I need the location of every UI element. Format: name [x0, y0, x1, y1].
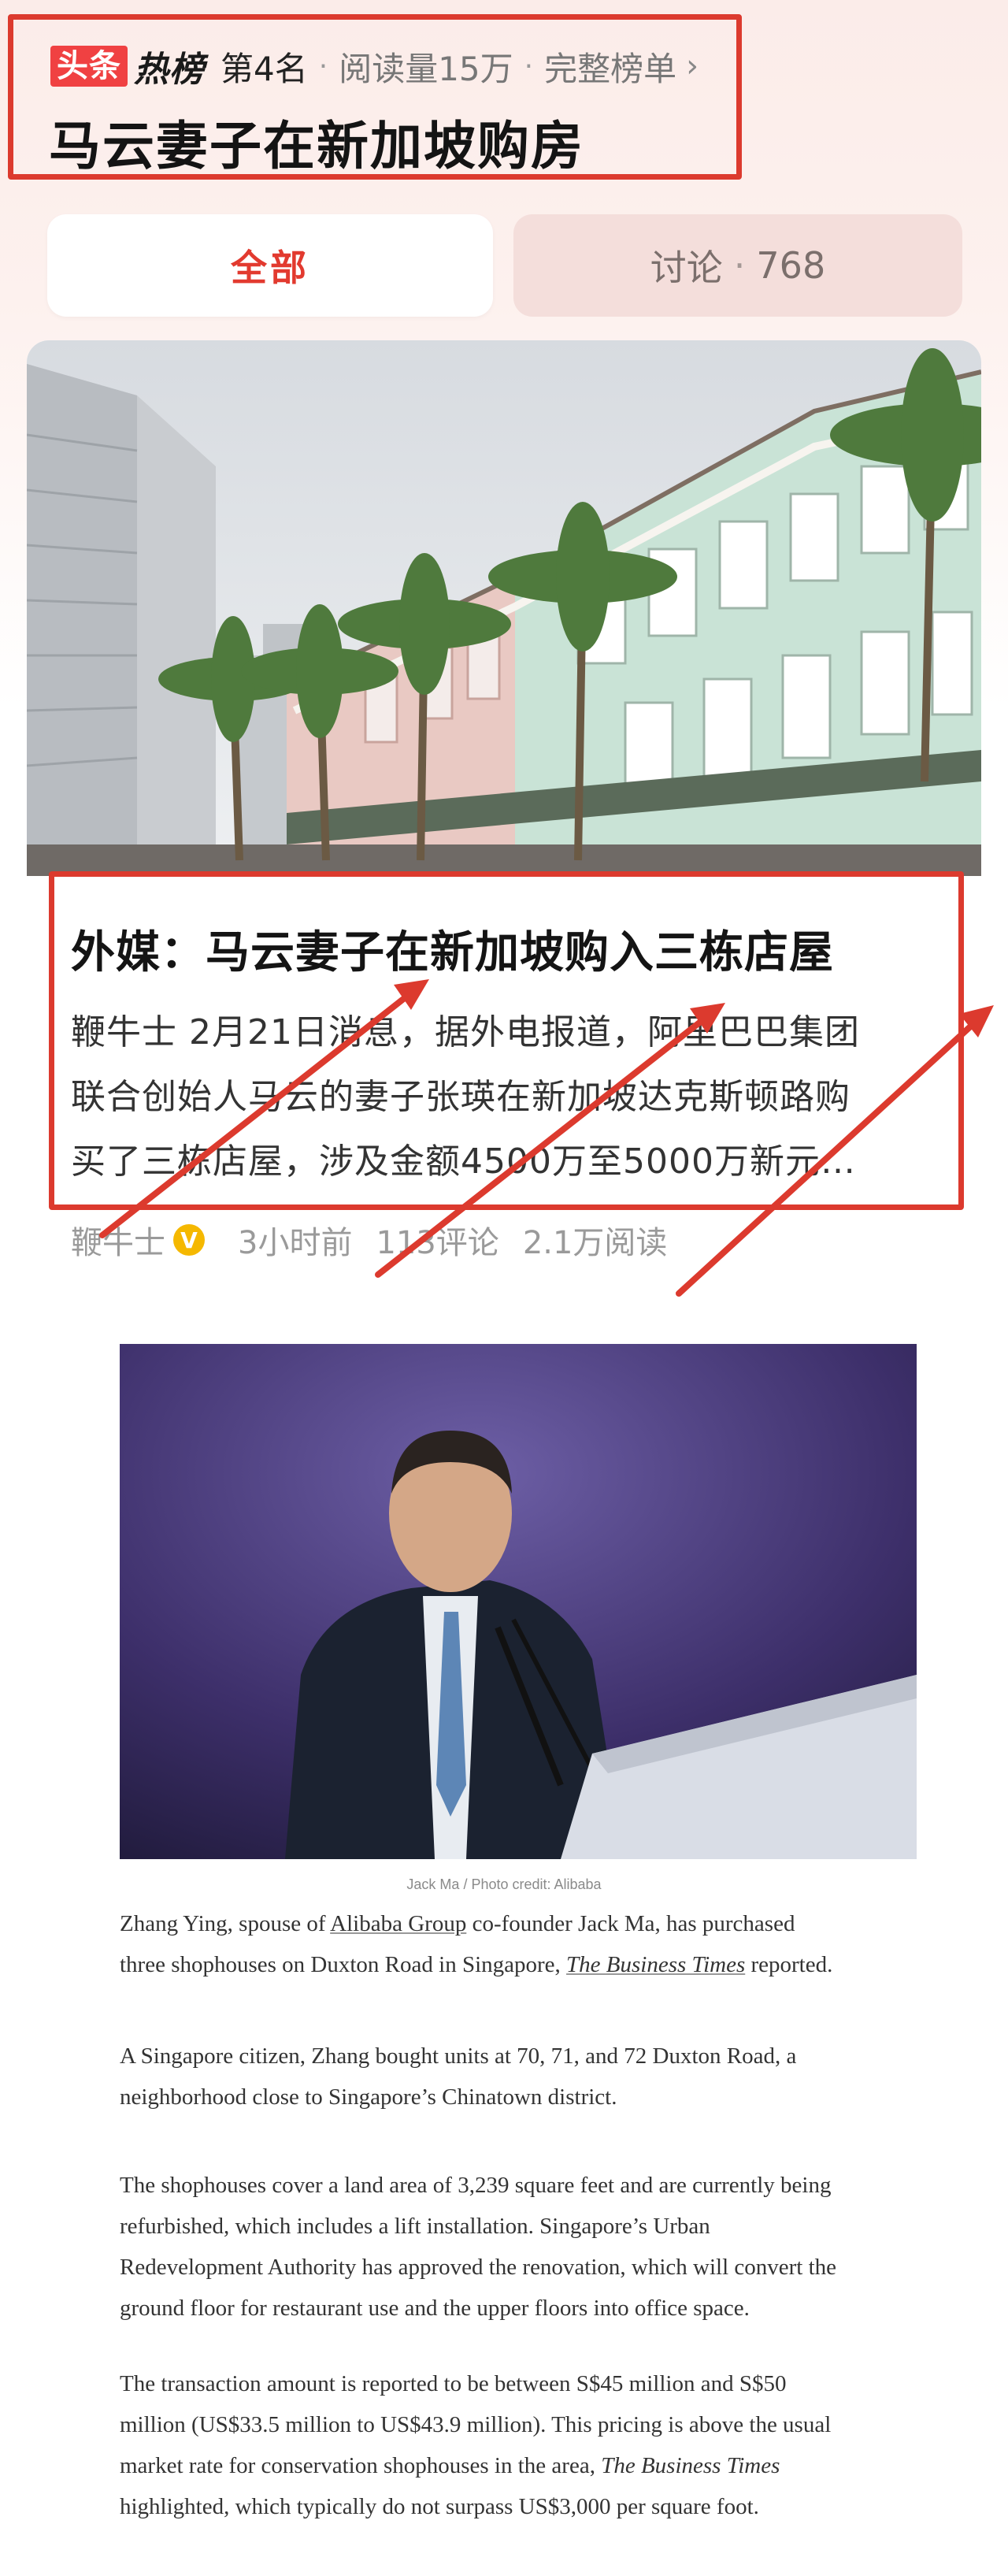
paragraph-line: Redevelopment Authority has approved the… — [120, 2255, 837, 2280]
paragraph-line: market rate for conservation shophouses … — [120, 2445, 915, 2486]
photo-caption: Jack Ma / Photo credit: Alibaba — [406, 1876, 602, 1892]
article-meta: 鞭牛士 V 3小时前 113评论 2.1万阅读 — [71, 1216, 667, 1264]
topic-title: 马云妻子在新加坡购房 — [49, 116, 584, 176]
tab-all[interactable]: 全部 — [47, 214, 493, 317]
hot-list-header: 头条 热榜 第4名 · 阅读量15万 · 完整榜单 › 马云妻子在新加坡购房 — [19, 25, 751, 176]
paragraph-1: Zhang Ying, spouse of Alibaba Group co-f… — [120, 1903, 915, 1985]
meta-separator: · — [318, 50, 328, 83]
summary-line: 买了三栋店屋，涉及金额4500万至5000万新元… — [71, 1141, 856, 1182]
paragraph-line: The transaction amount is reported to be… — [120, 2371, 787, 2396]
business-times-mention: The Business Times — [601, 2453, 780, 2478]
summary-line: 联合创始人马云的妻子张瑛在新加坡达克斯顿路购 — [71, 1077, 850, 1117]
tab-discussion[interactable]: 讨论 · 768 — [513, 214, 962, 317]
text-run: Zhang Ying, spouse of — [120, 1911, 331, 1936]
full-list-link[interactable]: 完整榜单 — [544, 43, 676, 91]
summary-line: 鞭牛士 2月21日消息，据外电报道，阿里巴巴集团 — [71, 1012, 860, 1052]
jack-ma-photo — [120, 1344, 917, 1859]
publish-time: 3小时前 — [238, 1225, 353, 1261]
paragraph-line: Zhang Ying, spouse of Alibaba Group co-f… — [120, 1903, 915, 1944]
author-name[interactable]: 鞭牛士 — [71, 1217, 165, 1263]
article-title[interactable]: 外媒：马云妻子在新加坡购入三栋店屋 — [71, 917, 834, 981]
read-count-article: 2.1万阅读 — [522, 1225, 668, 1261]
paragraph-line: A Singapore citizen, Zhang bought units … — [120, 2043, 797, 2069]
paragraph-line: highlighted, which typically do not surp… — [120, 2494, 759, 2519]
text-run: reported. — [745, 1952, 833, 1977]
paragraph-line: million (US$33.5 million to US$43.9 mill… — [120, 2412, 832, 2437]
paragraph-line: three shophouses on Duxton Road in Singa… — [120, 1944, 915, 1985]
english-article: Jack Ma / Photo credit: Alibaba Zhang Yi… — [0, 1298, 1008, 2576]
text-run: co-founder Jack Ma, has purchased — [466, 1911, 795, 1936]
paragraph-line: ground floor for restaurant use and the … — [120, 2296, 750, 2321]
text-run: three shophouses on Duxton Road in Singa… — [120, 1952, 567, 1977]
article-summary[interactable]: 鞭牛士 2月21日消息，据外电报道，阿里巴巴集团 联合创始人马云的妻子张瑛在新加… — [71, 1000, 953, 1194]
hero-image-shophouses — [27, 340, 981, 876]
paragraph-2: A Singapore citizen, Zhang bought units … — [120, 2036, 915, 2118]
text-run: market rate for conservation shophouses … — [120, 2453, 602, 2478]
verified-badge-icon: V — [173, 1224, 205, 1256]
toutiao-logo: 头条 — [50, 46, 128, 87]
news-card[interactable]: 外媒：马云妻子在新加坡购入三栋店屋 鞭牛士 2月21日消息，据外电报道，阿里巴巴… — [27, 340, 981, 1298]
paragraph-4: The transaction amount is reported to be… — [120, 2363, 915, 2527]
chevron-right-icon[interactable]: › — [686, 48, 699, 84]
read-count: 阅读量15万 — [339, 49, 513, 88]
business-times-link[interactable]: The Business Times — [566, 1952, 745, 1977]
discussion-count: 768 — [756, 244, 826, 287]
hot-list-screen: 头条 热榜 第4名 · 阅读量15万 · 完整榜单 › 马云妻子在新加坡购房 全… — [0, 0, 1008, 1298]
tab-bar: 全部 讨论 · 768 — [47, 214, 962, 317]
paragraph-line: The shophouses cover a land area of 3,23… — [120, 2173, 832, 2198]
rank-label: 第4名 — [220, 49, 308, 88]
paragraph-line: neighborhood close to Singapore’s Chinat… — [120, 2084, 617, 2110]
toutiao-hot-list-logo[interactable]: 头条 热榜 — [50, 41, 205, 91]
hot-list-wordmark: 热榜 — [134, 50, 205, 90]
tab-discussion-label: 讨论 — [650, 247, 723, 289]
paragraph-3: The shophouses cover a land area of 3,23… — [120, 2165, 915, 2329]
meta-separator: · — [524, 50, 534, 83]
paragraph-line: refurbished, which includes a lift insta… — [120, 2214, 710, 2239]
comment-count: 113评论 — [376, 1225, 499, 1261]
alibaba-group-link[interactable]: Alibaba Group — [330, 1911, 466, 1936]
hot-list-meta: 头条 热榜 第4名 · 阅读量15万 · 完整榜单 › — [50, 41, 699, 91]
tab-separator: · — [733, 244, 746, 287]
